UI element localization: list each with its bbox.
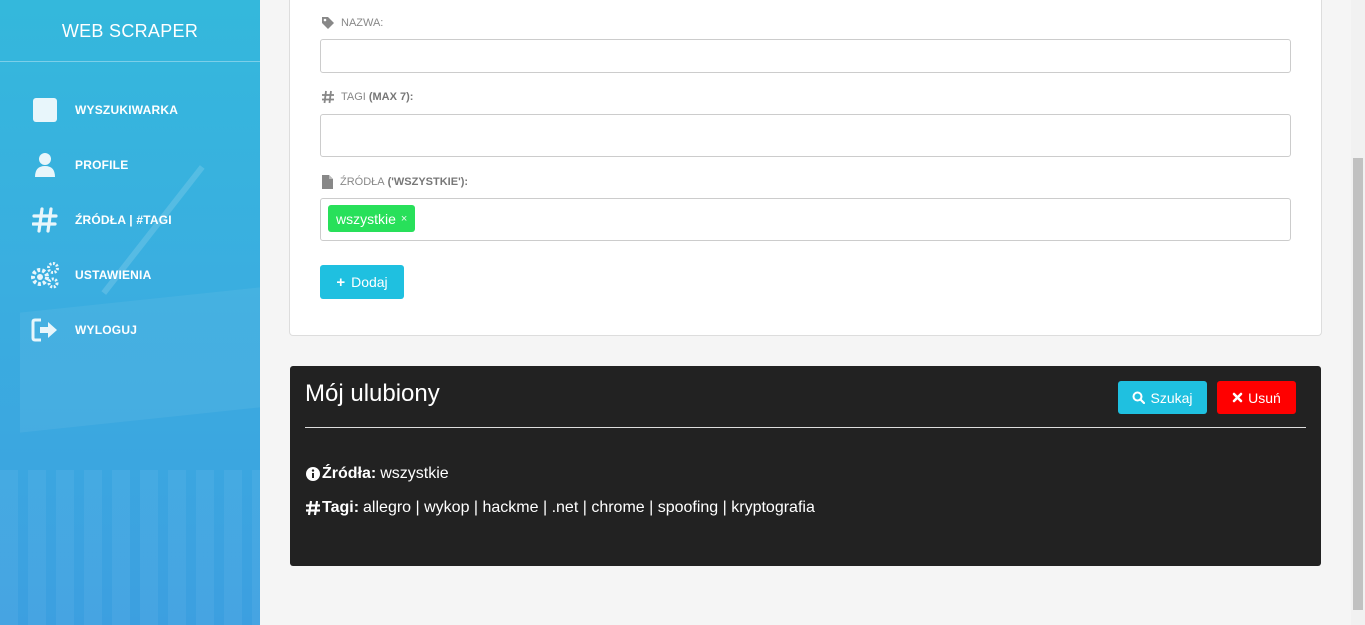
- delete-button[interactable]: Usuń: [1217, 381, 1296, 414]
- search-square-icon: [30, 95, 60, 125]
- sidebar-item-search[interactable]: WYSZUKIWARKA: [0, 82, 260, 137]
- sidebar-item-settings[interactable]: USTAWIENIA: [0, 247, 260, 302]
- gears-icon: [30, 260, 60, 290]
- sidebar-item-label: PROFILE: [75, 157, 129, 172]
- tag-icon: [321, 16, 335, 30]
- favorite-panel: Mój ulubiony Szukaj Usuń Źródła: wszystk…: [290, 366, 1321, 566]
- sidebar-item-label: ŹRÓDŁA | #TAGI: [75, 212, 172, 227]
- sidebar-nav: WYSZUKIWARKA PROFILE ŹRÓDŁA | #TAGI USTA…: [0, 82, 260, 357]
- hashtag-icon: [30, 205, 60, 235]
- sign-out-icon: [30, 315, 60, 345]
- sidebar-item-label: WYSZUKIWARKA: [75, 102, 179, 117]
- plus-icon: +: [336, 273, 346, 291]
- info-icon: [305, 466, 321, 482]
- scrollbar-thumb[interactable]: [1353, 158, 1363, 610]
- sidebar-item-logout[interactable]: WYLOGUJ: [0, 302, 260, 357]
- search-icon: [1132, 391, 1146, 404]
- search-button[interactable]: Szukaj: [1118, 381, 1207, 414]
- favorite-title: Mój ulubiony: [305, 380, 440, 407]
- main-content: NAZWA: TAGI (MAX 7): ŹRÓDŁA ('WSZYSTKIE'…: [260, 0, 1351, 625]
- sidebar: WEB SCRAPER WYSZUKIWARKA PROFILE ŹRÓDŁA …: [0, 0, 260, 625]
- sidebar-item-sources-tags[interactable]: ŹRÓDŁA | #TAGI: [0, 192, 260, 247]
- tags-label: TAGI (MAX 7):: [321, 90, 413, 104]
- add-button[interactable]: + Dodaj: [320, 265, 404, 299]
- sidebar-item-profile[interactable]: PROFILE: [0, 137, 260, 192]
- source-chip: wszystkie ×: [328, 205, 416, 232]
- name-label: NAZWA:: [321, 16, 383, 30]
- hashtag-icon: [321, 90, 335, 104]
- divider: [305, 427, 1306, 428]
- scrollbar[interactable]: [1351, 0, 1365, 625]
- sources-label: ŹRÓDŁA ('WSZYSTKIE'):: [321, 174, 468, 190]
- file-icon: [321, 174, 334, 190]
- sidebar-item-label: USTAWIENIA: [75, 267, 152, 282]
- sidebar-item-label: WYLOGUJ: [75, 322, 138, 337]
- name-input[interactable]: [320, 39, 1291, 73]
- sources-input[interactable]: wszystkie ×: [320, 198, 1291, 241]
- brand-title[interactable]: WEB SCRAPER: [0, 0, 260, 62]
- chip-remove-icon[interactable]: ×: [401, 213, 407, 225]
- tags-input[interactable]: [320, 114, 1291, 157]
- background-decoration: [0, 470, 260, 625]
- user-icon: [30, 150, 60, 180]
- add-favorite-form: NAZWA: TAGI (MAX 7): ŹRÓDŁA ('WSZYSTKIE'…: [289, 0, 1322, 336]
- hashtag-icon: [305, 500, 321, 516]
- favorite-tags: Tagi: allegro | wykop | hackme | .net | …: [305, 499, 815, 517]
- favorite-sources: Źródła: wszystkie: [305, 465, 449, 483]
- close-icon: [1232, 392, 1243, 403]
